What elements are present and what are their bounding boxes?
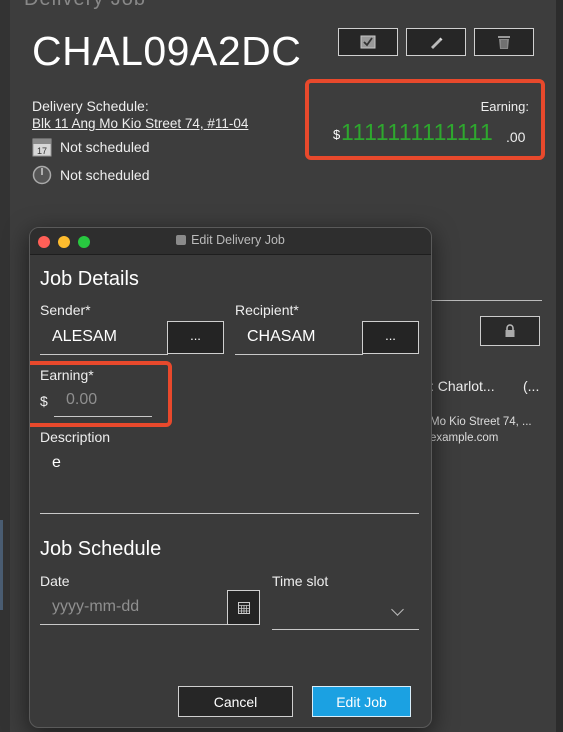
- recipient-field[interactable]: CHASAM: [247, 328, 315, 346]
- time-status: Not scheduled: [60, 167, 150, 183]
- recipient-underline: [235, 354, 363, 355]
- description-underline: [40, 513, 419, 514]
- contact-email: example.com: [430, 432, 499, 444]
- clock-icon: [32, 165, 52, 185]
- earning-decimal: .00: [506, 129, 526, 145]
- sender-picker-button[interactable]: ...: [167, 321, 224, 354]
- delivery-address-link[interactable]: Blk 11 Ang Mo Kio Street 74, #11-04: [32, 116, 248, 131]
- scrollbar-track[interactable]: [556, 0, 563, 732]
- partial-header-text: Delivery Job: [24, 0, 146, 11]
- dialog-title: Edit Delivery Job: [30, 233, 431, 247]
- contact-name: : Charlot... (...: [430, 378, 539, 394]
- sender-field[interactable]: ALESAM: [52, 328, 117, 346]
- pencil-icon: [431, 37, 443, 49]
- cancel-button[interactable]: Cancel: [178, 686, 293, 717]
- recipient-label: Recipient*: [235, 302, 299, 318]
- checkbox-button[interactable]: [338, 28, 398, 56]
- earning-highlight: Earning: $ 1111111111111 .00: [305, 79, 545, 160]
- recipient-picker-button[interactable]: ...: [362, 321, 419, 354]
- lock-icon: [505, 324, 515, 337]
- delivery-schedule-label: Delivery Schedule:: [32, 98, 149, 114]
- sender-label: Sender*: [40, 302, 91, 318]
- contact-extra: (...: [523, 378, 540, 394]
- date-label: Date: [40, 573, 70, 589]
- job-id-title: CHAL09A2DC: [32, 28, 302, 74]
- description-label: Description: [40, 429, 111, 445]
- window-app-icon: [176, 235, 187, 245]
- earning-input-highlight: [30, 361, 172, 427]
- check-icon: [360, 35, 376, 49]
- edit-button[interactable]: [406, 28, 466, 56]
- chevron-down-icon[interactable]: [391, 603, 404, 616]
- svg-text:17: 17: [37, 146, 47, 156]
- dialog-titlebar[interactable]: Edit Delivery Job: [30, 228, 431, 255]
- time-slot-label: Time slot: [272, 573, 329, 589]
- date-input[interactable]: yyyy-mm-dd: [52, 598, 139, 616]
- sender-underline: [40, 354, 168, 355]
- section-divider: [430, 300, 542, 301]
- job-details-heading: Job Details: [40, 268, 139, 290]
- earning-currency: $: [333, 127, 341, 142]
- delete-button[interactable]: [474, 28, 534, 56]
- trash-icon: [498, 36, 510, 49]
- calendar-icon: 17: [32, 137, 52, 157]
- lock-button[interactable]: [480, 316, 540, 346]
- earning-value: 1111111111111: [341, 119, 494, 145]
- dialog-title-text: Edit Delivery Job: [191, 233, 285, 247]
- calendar-grid-icon: [237, 601, 250, 614]
- edit-delivery-job-dialog: Edit Delivery Job Job Details Sender* AL…: [29, 227, 432, 728]
- left-pane-strip: [0, 0, 10, 732]
- job-schedule-heading: Job Schedule: [40, 538, 162, 560]
- earning-label: Earning:: [480, 99, 529, 114]
- edit-job-button[interactable]: Edit Job: [312, 686, 411, 717]
- contact-address: Mo Kio Street 74, ...: [430, 416, 532, 428]
- date-picker-button[interactable]: [227, 590, 260, 625]
- date-status: Not scheduled: [60, 139, 150, 155]
- description-field[interactable]: e: [52, 454, 61, 472]
- left-pane-selection: [0, 520, 3, 610]
- contact-name-text: : Charlot...: [430, 378, 495, 394]
- time-slot-underline: [272, 629, 419, 630]
